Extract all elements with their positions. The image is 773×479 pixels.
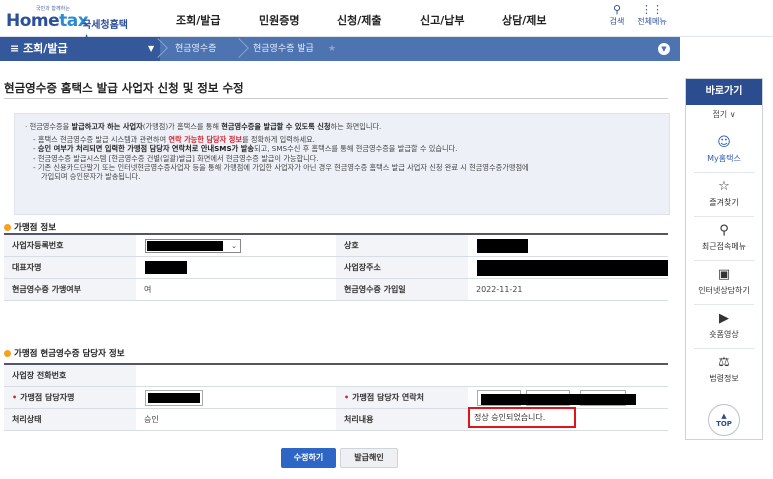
table-row: 사업자등록번호 ⌄ 상호	[4, 235, 668, 257]
join-date-value: 2022-11-21	[476, 285, 523, 294]
breadcrumb-cash-receipt[interactable]: 현금영수증	[175, 37, 216, 61]
representative-cell	[136, 257, 336, 278]
breadcrumb-separator	[229, 38, 249, 58]
join-date-label: 현금영수증 가입일	[336, 279, 468, 300]
favorite-star-icon[interactable]: ★	[328, 37, 336, 61]
page-title: 현금영수증 홈택스 발급 사업자 신청 및 정보 수정	[4, 81, 244, 95]
bizno-cell: ⌄	[136, 235, 336, 256]
arrow-up-icon: ▲	[721, 412, 727, 420]
gnb-certificates[interactable]: 민원증명	[259, 12, 299, 28]
process-detail-label: 처리내용	[336, 409, 468, 430]
quick-law-info[interactable]: ⚖ 법령정보	[686, 355, 762, 384]
recent-search-icon: ⚲	[719, 223, 729, 238]
masked-value	[147, 241, 223, 251]
quick-recent-menu[interactable]: ⚲ 최근접속메뉴	[686, 223, 762, 252]
star-icon: ☆	[718, 179, 730, 194]
masked-value	[481, 394, 636, 405]
gnb-report-pay[interactable]: 신고/납부	[420, 12, 465, 28]
table-row: 대표자명 사업장주소	[4, 257, 668, 279]
manager-contact-cell	[468, 387, 668, 408]
business-name-cell	[468, 235, 668, 256]
bullet-icon	[4, 224, 11, 231]
table-row: 현금영수증 가맹여부 여 현금영수증 가입일 2022-11-21	[4, 279, 668, 301]
modify-button[interactable]: 수정하기	[281, 448, 336, 468]
info-sub-line: - 기존 신용카드단말기 또는 인터넷현금영수증사업자 등을 통해 가맹점에 가…	[33, 162, 529, 172]
manager-name-input[interactable]	[145, 390, 203, 406]
select-chevron-icon: ⌄	[231, 242, 237, 250]
gnb-consult[interactable]: 상담/제보	[502, 12, 547, 28]
title-divider	[4, 98, 668, 99]
search-button[interactable]: ⚲ 검색	[597, 4, 637, 27]
gavel-icon: ⚖	[718, 355, 730, 370]
divider	[694, 348, 754, 349]
info-sub-line: - 승인 여부가 처리되면 입력한 가맹점 담당자 연락처로 안내SMS가 발송…	[33, 144, 458, 154]
required-mark: •	[12, 393, 18, 402]
play-icon: ▶	[719, 311, 729, 326]
info-sub-line: - 홈택스 현금영수증 발급 시스템과 관련하여 연락 가능한 담당자 정보를 …	[33, 135, 315, 145]
bullet-icon	[4, 350, 11, 357]
manager-contact-label: • 가맹점 담당자 연락처	[336, 387, 468, 408]
divider	[694, 304, 754, 305]
info-main-line: · 현금영수증을 발급하고자 하는 사업자(가맹점)가 홈택스를 통해 현금영수…	[25, 122, 382, 131]
masked-value	[477, 260, 668, 276]
status-value: 승인	[144, 415, 159, 424]
business-name-label: 상호	[336, 235, 468, 256]
address-cell	[468, 257, 668, 278]
quick-my-hometax[interactable]: ☺ My홈택스	[686, 135, 762, 164]
user-icon: ☺	[717, 135, 731, 150]
gnb-apply-submit[interactable]: 신청/제출	[337, 12, 382, 28]
cancel-issue-button[interactable]: 발급해인	[340, 448, 398, 468]
search-icon: ⚲	[612, 3, 622, 16]
hometax-logo[interactable]: 국민과 함께하는 Hometax 국세청홈택스	[6, 4, 136, 46]
bizno-select[interactable]: ⌄	[145, 239, 241, 253]
manager-section-title: 가맹점 현금영수증 담당자 정보	[4, 347, 125, 359]
monitor-icon: ▣	[717, 267, 731, 282]
masked-value	[145, 261, 187, 274]
quick-short-video[interactable]: ▶ 숏폼영상	[686, 311, 762, 340]
gnb-lookup-issue[interactable]: 조회/발급	[176, 12, 221, 28]
required-mark: •	[344, 393, 350, 402]
info-sub-line: 가입되며 승인문자가 발송됩니다.	[41, 172, 141, 182]
info-notice-box: · 현금영수증을 발급하고자 하는 사업자(가맹점)가 홈택스를 통해 현금영수…	[14, 113, 670, 215]
business-phone-label: 사업장 전화번호	[4, 365, 136, 386]
all-menu-button[interactable]: ⋮⋮ 전체메뉴	[632, 4, 672, 27]
quick-favorites[interactable]: ☆ 즐겨찾기	[686, 179, 762, 208]
status-label: 처리상태	[4, 409, 136, 430]
info-sub-line: - 현금영수증 발급시스템 [현금영수증 건별(일괄)발급] 화면에서 현금영수…	[33, 153, 319, 163]
scroll-top-button[interactable]: ▲ TOP	[708, 404, 740, 436]
grid-icon: ⋮⋮	[641, 3, 663, 16]
chevron-down-icon[interactable]: ▼	[658, 43, 670, 55]
representative-label: 대표자명	[4, 257, 136, 278]
merchant-info-table: 사업자등록번호 ⌄ 상호 대표자명 사업장주소 현금영수증 가맹여부 여 현금영…	[4, 233, 668, 301]
breadcrumb-cash-receipt-issue[interactable]: 현금영수증 발급	[253, 37, 314, 61]
quick-menu: 바로가기 접기 ∨ ☺ My홈택스 ☆ 즐겨찾기 ⚲ 최근접속메뉴 ▣ 인터넷상담하기 …	[685, 78, 763, 440]
divider	[694, 172, 754, 173]
manager-name-cell	[136, 387, 336, 408]
quick-online-consult[interactable]: ▣ 인터넷상담하기	[686, 267, 762, 296]
quick-menu-fold-button[interactable]: 접기 ∨	[686, 109, 762, 120]
top-header: 국민과 함께하는 Hometax 국세청홈택스 조회/발급 민원증명 신청/제출…	[0, 0, 773, 46]
quick-menu-title: 바로가기	[686, 79, 762, 105]
breadcrumb-bar: ≡ 조회/발급 ▼ 현금영수증 현금영수증 발급 ★ ▼	[0, 37, 680, 61]
manager-info-table: 사업장 전화번호 • 가맹점 담당자명 • 가맹점 담당자 연락처 처리상태 승인 …	[4, 363, 668, 431]
bizno-label: 사업자등록번호	[4, 235, 136, 256]
process-detail-cell: 정상 승인되었습니다.	[468, 407, 668, 430]
divider	[694, 216, 754, 217]
process-detail-value: 정상 승인되었습니다.	[468, 407, 576, 428]
table-row: • 가맹점 담당자명 • 가맹점 담당자 연락처	[4, 387, 668, 409]
masked-value	[477, 239, 528, 253]
hamburger-icon: ≡	[10, 42, 20, 55]
masked-value	[148, 393, 200, 403]
joined-value: 여	[144, 285, 152, 294]
logo-wordmark: Hometax	[6, 11, 89, 31]
table-row: 사업장 전화번호	[4, 365, 668, 387]
merchant-section-title: 가맹점 정보	[4, 221, 56, 233]
nav-menu-dropdown[interactable]: ≡ 조회/발급 ▼	[0, 37, 160, 61]
table-row: 처리상태 승인 처리내용 정상 승인되었습니다.	[4, 407, 668, 431]
manager-name-label: • 가맹점 담당자명	[4, 387, 136, 408]
business-phone-cell	[136, 365, 668, 386]
joined-label: 현금영수증 가맹여부	[4, 279, 136, 300]
divider	[694, 260, 754, 261]
address-label: 사업장주소	[336, 257, 468, 278]
